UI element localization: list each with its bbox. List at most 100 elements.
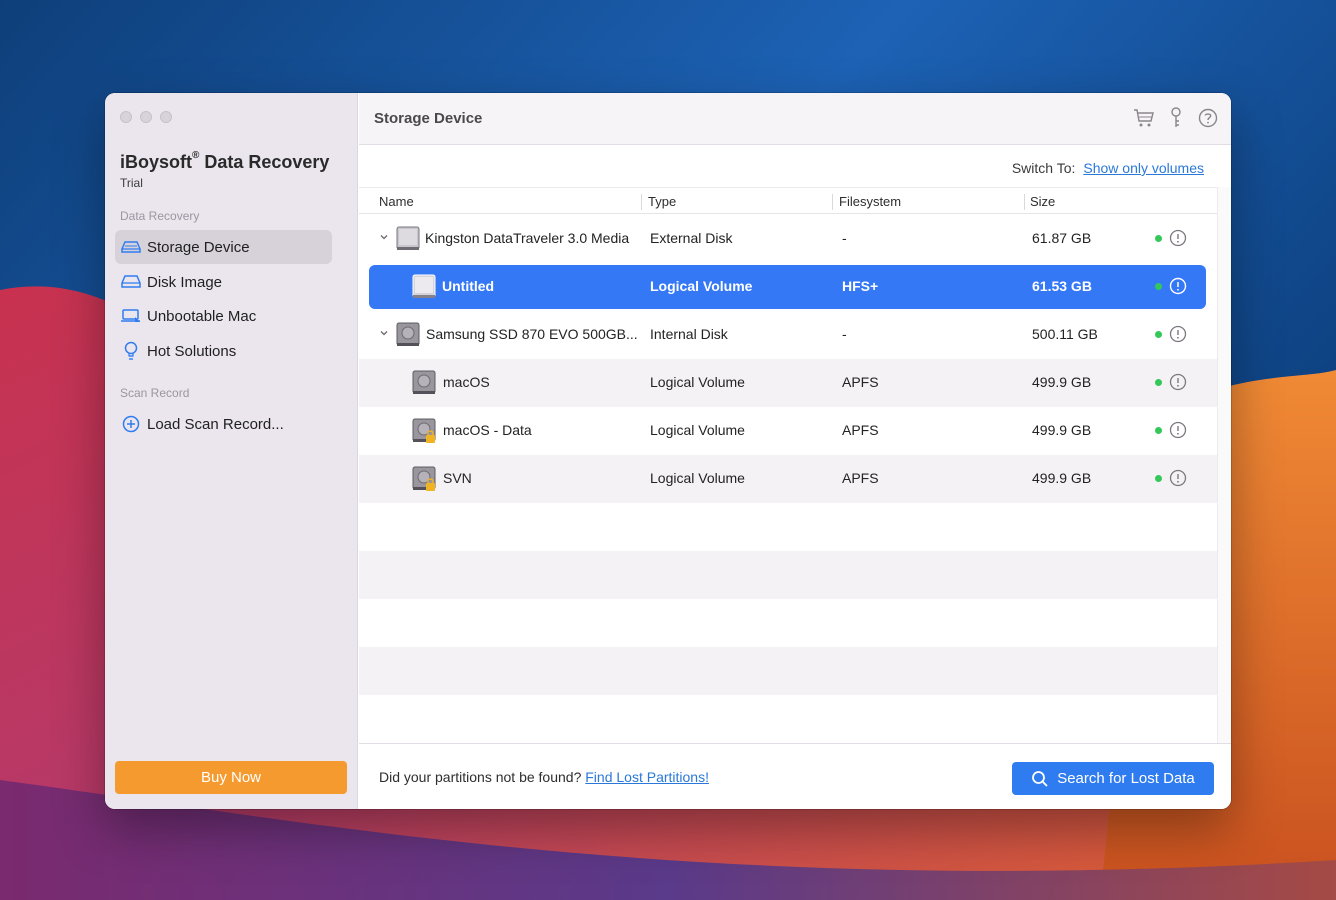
row-size: 499.9 GB [1032,422,1092,438]
footer-message: Did your partitions not be found? Find L… [379,769,709,785]
window-controls [120,111,172,123]
footer-question: Did your partitions not be found? [379,769,582,785]
row-type: Logical Volume [650,278,753,294]
info-icon[interactable] [1169,373,1187,391]
sidebar-item-storage-device[interactable]: Storage Device [115,230,332,264]
toolbar: Storage Device [359,93,1231,145]
row-name: macOS - Data [443,422,532,438]
row-size: 499.9 GB [1032,470,1092,486]
table-row[interactable]: SVN Logical Volume APFS 499.9 GB [359,455,1217,503]
chevron-down-icon[interactable] [378,327,390,339]
switch-label: Switch To: [1011,160,1076,176]
row-size: 61.53 GB [1032,278,1092,294]
sidebar-item-hot-solutions[interactable]: Hot Solutions [115,334,332,368]
row-filesystem: - [842,326,847,342]
switch-view-row: Switch To: Show only volumes [1012,160,1204,176]
add-circle-icon [121,414,141,434]
status-indicator [1155,379,1162,386]
table-row[interactable]: Samsung SSD 870 EVO 500GB... Internal Di… [359,311,1217,359]
empty-row [359,551,1217,599]
info-icon[interactable] [1169,229,1187,247]
footer-bar: Did your partitions not be found? Find L… [359,743,1231,809]
status-indicator [1155,331,1162,338]
app-edition: Trial [120,176,143,190]
table-row[interactable]: Kingston DataTraveler 3.0 Media External… [359,215,1217,263]
table-row-selected[interactable]: Untitled Logical Volume HFS+ 61.53 GB [359,263,1217,311]
column-divider[interactable] [832,194,833,210]
chevron-down-icon[interactable] [378,231,390,243]
page-title: Storage Device [374,110,483,127]
empty-row [359,503,1217,551]
status-indicator [1155,475,1162,482]
row-type: Logical Volume [650,422,745,438]
locked-volume-icon [412,418,436,443]
info-icon[interactable] [1169,469,1187,487]
row-name: Untitled [442,278,495,294]
lightbulb-icon [121,341,141,361]
app-title: iBoysoft® Data Recovery [120,150,330,173]
app-name: iBoysoft [120,152,192,172]
buy-now-button[interactable]: Buy Now [115,761,347,794]
app-name-suffix: Data Recovery [199,152,330,172]
section-label-scan: Scan Record [120,386,190,400]
column-header-name[interactable]: Name [379,194,414,209]
empty-row [359,647,1217,695]
row-filesystem: APFS [842,374,879,390]
column-header-type[interactable]: Type [648,194,676,209]
cart-icon[interactable] [1133,107,1155,129]
column-divider[interactable] [1024,194,1025,210]
minimize-window-button[interactable] [140,111,152,123]
registered-mark: ® [192,150,200,161]
status-indicator [1155,283,1162,290]
row-filesystem: - [842,230,847,246]
row-type: Logical Volume [650,470,745,486]
sidebar-item-unbootable-mac[interactable]: Unbootable Mac [115,299,332,333]
load-scan-record-button[interactable]: Load Scan Record... [115,407,332,441]
column-header-filesystem[interactable]: Filesystem [839,194,901,209]
row-type: Internal Disk [650,326,728,342]
search-for-lost-data-button[interactable]: Search for Lost Data [1012,762,1214,795]
table-row[interactable]: macOS Logical Volume APFS 499.9 GB [359,359,1217,407]
row-filesystem: APFS [842,470,879,486]
zoom-window-button[interactable] [160,111,172,123]
row-filesystem: APFS [842,422,879,438]
sidebar-item-label: Hot Solutions [147,342,237,360]
search-icon [1032,770,1048,787]
row-filesystem: HFS+ [842,278,879,294]
device-table: Kingston DataTraveler 3.0 Media External… [359,215,1217,743]
column-divider[interactable] [641,194,642,210]
row-name: Kingston DataTraveler 3.0 Media [425,230,630,246]
find-lost-partitions-link[interactable]: Find Lost Partitions! [585,769,709,785]
sidebar: iBoysoft® Data Recovery Trial Data Recov… [105,93,358,809]
volume-icon [412,370,436,394]
status-indicator [1155,427,1162,434]
info-icon[interactable] [1169,277,1187,295]
row-name: Samsung SSD 870 EVO 500GB... [426,326,638,342]
row-size: 61.87 GB [1032,230,1092,246]
row-type: External Disk [650,230,733,246]
info-icon[interactable] [1169,325,1187,343]
table-header: Name Type Filesystem Size [359,187,1217,214]
external-disk-icon [396,226,420,250]
row-size: 500.11 GB [1032,326,1098,342]
empty-row [359,599,1217,647]
info-icon[interactable] [1169,421,1187,439]
help-icon[interactable] [1197,107,1219,129]
empty-row [359,695,1217,743]
internal-disk-icon [396,322,420,346]
show-only-volumes-link[interactable]: Show only volumes [1083,160,1204,176]
row-type: Logical Volume [650,374,745,390]
key-icon[interactable] [1165,107,1187,129]
sidebar-item-disk-image[interactable]: Disk Image [115,265,332,299]
sidebar-item-label: Unbootable Mac [147,307,257,325]
search-button-label: Search for Lost Data [1057,770,1195,787]
close-window-button[interactable] [120,111,132,123]
app-window: iBoysoft® Data Recovery Trial Data Recov… [105,93,1231,809]
scrollbar[interactable] [1217,187,1231,743]
hard-drive-icon [121,237,141,257]
table-row[interactable]: macOS - Data Logical Volume APFS 499.9 G… [359,407,1217,455]
locked-volume-icon [412,466,436,491]
column-header-size[interactable]: Size [1030,194,1055,209]
sidebar-item-label: Storage Device [147,238,250,256]
row-size: 499.9 GB [1032,374,1092,390]
